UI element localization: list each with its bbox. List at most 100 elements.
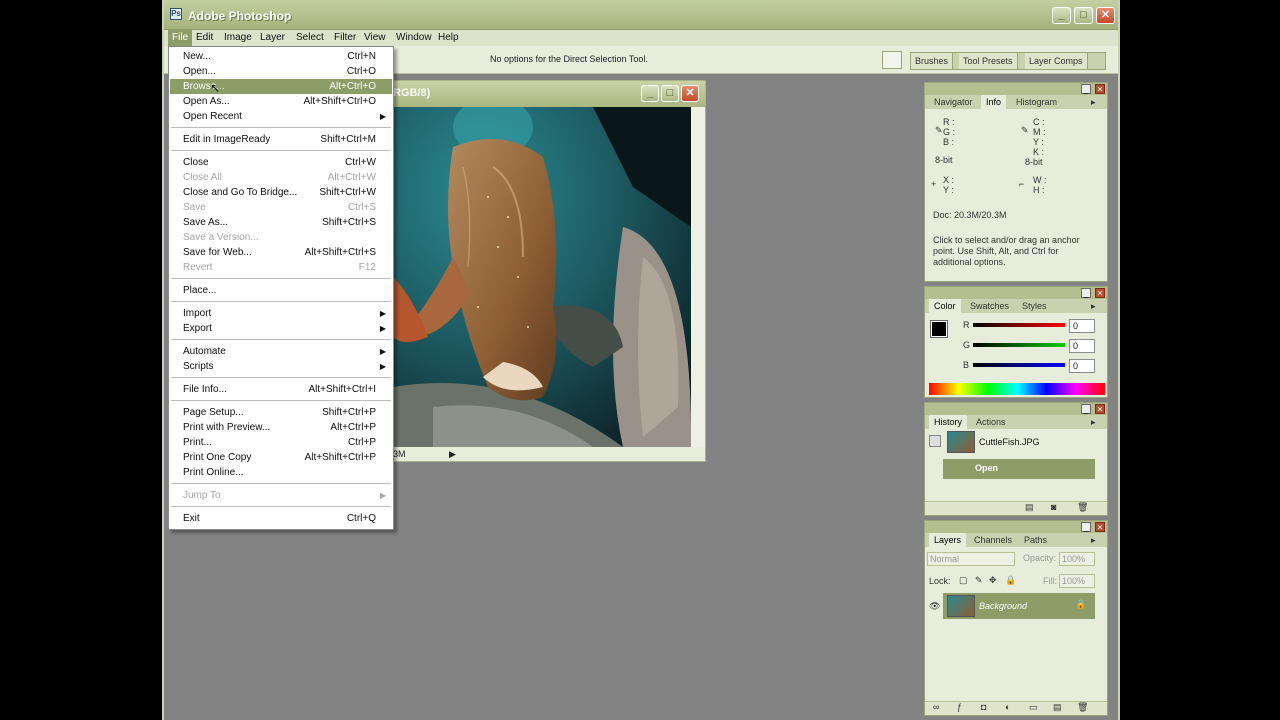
doc-minimize-button[interactable]: _ [641,85,659,102]
file-menu-item-new[interactable]: New... Ctrl+N [170,49,392,64]
tab-styles[interactable]: Styles [1017,299,1052,313]
file-menu-item-place[interactable]: Place... [170,283,392,298]
red-value-field[interactable]: 0 [1069,319,1095,333]
tab-channels[interactable]: Channels [969,533,1017,547]
tab-info[interactable]: Info [981,95,1007,109]
menu-view[interactable]: View [360,30,390,46]
tab-paths[interactable]: Paths [1019,533,1052,547]
blend-mode-select[interactable]: Normal [927,552,1015,566]
close-button[interactable]: ✕ [1096,7,1115,24]
opacity-field[interactable]: 100% [1059,552,1095,566]
file-menu-item-close-all[interactable]: Close All Alt+Ctrl+W [170,170,392,185]
file-menu-item-print-online[interactable]: Print Online... [170,465,392,480]
color-panel-close-button[interactable]: ✕ [1095,288,1105,298]
menu-edit[interactable]: Edit [192,30,217,46]
file-menu-item-close-and-go-to-bridge[interactable]: Close and Go To Bridge... Shift+Ctrl+W [170,185,392,200]
link-layers-icon[interactable]: ∞ [933,702,939,712]
menu-select[interactable]: Select [292,30,328,46]
history-state-open[interactable]: Open [943,459,1095,479]
maximize-button[interactable]: □ [1074,7,1093,24]
file-menu-item-print-one-copy[interactable]: Print One Copy Alt+Shift+Ctrl+P [170,450,392,465]
info-panel-close-button[interactable]: ✕ [1095,84,1105,94]
color-panel-menu-icon[interactable]: ▸ [1091,299,1096,313]
new-layer-icon[interactable]: ▤ [1053,702,1062,713]
color-ramp[interactable] [929,383,1105,395]
adjustment-layer-icon[interactable]: ◐ [1005,702,1010,712]
info-panel-minimize-button[interactable]: _ [1081,84,1091,94]
file-menu-item-save[interactable]: Save Ctrl+S [170,200,392,215]
tab-swatches[interactable]: Swatches [965,299,1014,313]
delete-state-icon[interactable]: 🗑 [1077,502,1088,513]
file-menu-item-open[interactable]: Open... Ctrl+O [170,64,392,79]
file-menu-item-save-a-version[interactable]: Save a Version... [170,230,392,245]
file-menu-item-browse[interactable]: Browse... Alt+Ctrl+O ↖ [170,79,392,94]
well-tab-layer-comps[interactable]: Layer Comps [1025,53,1088,69]
document-vertical-scrollbar[interactable] [691,107,705,447]
tab-actions[interactable]: Actions [971,415,1011,429]
history-snapshot-thumbnail[interactable] [947,431,975,453]
lock-position-icon[interactable]: ✥ [989,575,997,586]
well-tab-brushes[interactable]: Brushes [911,53,954,69]
file-menu-item-open-as[interactable]: Open As... Alt+Shift+Ctrl+O [170,94,392,109]
file-menu-item-revert[interactable]: Revert F12 [170,260,392,275]
file-menu-item-file-info[interactable]: File Info... Alt+Shift+Ctrl+I [170,382,392,397]
file-menu-item-save-as[interactable]: Save As... Shift+Ctrl+S [170,215,392,230]
lock-all-icon[interactable]: 🔒 [1005,575,1016,586]
tab-navigator[interactable]: Navigator [929,95,978,109]
layer-visibility-eye-icon[interactable]: 👁 [929,601,940,612]
color-panel-minimize-button[interactable]: _ [1081,288,1091,298]
blue-value-field[interactable]: 0 [1069,359,1095,373]
color-panel-header[interactable]: _ ✕ [925,287,1107,299]
file-menu-item-export[interactable]: Export ▶ [170,321,392,336]
menu-window[interactable]: Window [392,30,436,46]
file-menu-item-exit[interactable]: Exit Ctrl+Q [170,511,392,526]
menu-image[interactable]: Image [220,30,256,46]
layers-panel-menu-icon[interactable]: ▸ [1091,533,1096,547]
menu-layer[interactable]: Layer [256,30,289,46]
canvas-image[interactable] [393,107,691,447]
foreground-color-swatch[interactable] [930,320,948,338]
document-title-bar[interactable]: RGB/8) _ □ ✕ [393,81,705,107]
tab-history[interactable]: History [929,415,968,429]
history-panel-close-button[interactable]: ✕ [1095,404,1105,414]
lock-image-icon[interactable]: ✎ [975,575,983,586]
file-menu-item-print-with-preview[interactable]: Print with Preview... Alt+Ctrl+P [170,420,392,435]
doc-close-button[interactable]: ✕ [681,85,699,102]
layer-row-background[interactable]: Background 🔒 [943,593,1095,619]
layers-panel-header[interactable]: _ ✕ [925,521,1107,533]
new-document-from-state-icon[interactable]: ▤ [1025,502,1034,513]
file-menu-item-print[interactable]: Print... Ctrl+P [170,435,392,450]
file-menu-item-page-setup[interactable]: Page Setup... Shift+Ctrl+P [170,405,392,420]
lock-transparency-icon[interactable]: ▢ [959,575,968,586]
blue-slider[interactable] [973,363,1065,367]
tab-layers[interactable]: Layers [929,533,967,547]
file-menu-item-close[interactable]: Close Ctrl+W [170,155,392,170]
fill-field[interactable]: 100% [1059,574,1095,588]
file-menu-item-import[interactable]: Import ▶ [170,306,392,321]
panel-menu-icon[interactable]: ▸ [1091,95,1096,109]
delete-layer-icon[interactable]: 🗑 [1077,702,1088,713]
history-brush-source-icon[interactable] [929,435,941,447]
menu-file[interactable]: File [168,30,193,46]
tool-preset-icon[interactable] [882,51,902,69]
history-snapshot-name[interactable]: CuttleFish.JPG [979,437,1040,447]
layer-style-icon[interactable]: ƒ [957,702,962,712]
well-tab-tool-presets[interactable]: Tool Presets [959,53,1018,69]
tab-histogram[interactable]: Histogram [1011,95,1062,109]
doc-maximize-button[interactable]: □ [661,85,679,102]
green-value-field[interactable]: 0 [1069,339,1095,353]
green-slider[interactable] [973,343,1065,347]
history-panel-header[interactable]: _ ✕ [925,403,1107,415]
menu-help[interactable]: Help [434,30,463,46]
file-menu-item-edit-in-imageready[interactable]: Edit in ImageReady Shift+Ctrl+M [170,132,392,147]
file-menu-item-open-recent[interactable]: Open Recent ▶ [170,109,392,124]
menu-filter[interactable]: Filter [330,30,360,46]
tab-color[interactable]: Color [929,299,961,313]
file-menu-item-jump-to[interactable]: Jump To ▶ [170,488,392,503]
red-slider[interactable] [973,323,1065,327]
file-menu-item-scripts[interactable]: Scripts ▶ [170,359,392,374]
layers-panel-close-button[interactable]: ✕ [1095,522,1105,532]
new-group-icon[interactable]: ▭ [1029,702,1038,713]
status-menu-arrow-icon[interactable]: ▶ [449,447,456,461]
new-snapshot-icon[interactable]: ◙ [1051,502,1056,512]
